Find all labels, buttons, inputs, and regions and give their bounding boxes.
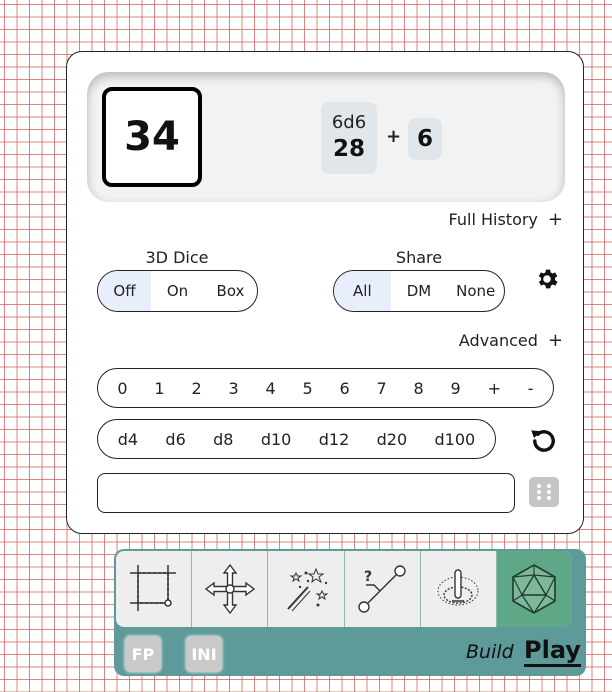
build-mode-tab[interactable]: Build [466, 641, 514, 663]
advanced-toggle[interactable]: Advanced + [459, 330, 563, 351]
die-key-d8[interactable]: d8 [209, 428, 237, 451]
die-key-d20[interactable]: d20 [373, 428, 412, 451]
key-3[interactable]: 3 [224, 377, 242, 400]
settings-gear-icon[interactable] [534, 266, 560, 292]
die-key-d100[interactable]: d100 [431, 428, 480, 451]
svg-text:?: ? [364, 569, 372, 585]
tool-effects[interactable] [268, 551, 345, 627]
modifier-chip: 6 [408, 118, 442, 160]
die-key-d4[interactable]: d4 [114, 428, 142, 451]
reset-roll-icon[interactable] [527, 424, 561, 458]
key-0[interactable]: 0 [113, 377, 131, 400]
dice-group-chip: 6d6 28 [321, 102, 377, 174]
key-2[interactable]: 2 [187, 377, 205, 400]
full-history-toggle[interactable]: Full History + [449, 209, 563, 230]
roll-result-area: 34 6d6 28 + 6 [87, 72, 565, 202]
die-keypad: d4 d6 d8 d10 d12 d20 d100 [97, 419, 496, 459]
dice3d-option-off[interactable]: Off [98, 271, 151, 311]
share-option-dm[interactable]: DM [391, 271, 448, 311]
share-toggle: All DM None [333, 270, 505, 312]
key-5[interactable]: 5 [298, 377, 316, 400]
dice-tool-icon [512, 564, 557, 614]
dice3d-option-box[interactable]: Box [204, 271, 257, 311]
share-option-none[interactable]: None [447, 271, 504, 311]
drag-handle-icon[interactable] [529, 477, 559, 507]
measure-tool-icon: ? [358, 565, 406, 613]
dice-panel: 34 6d6 28 + 6 Full History + 3D Dice Off… [66, 51, 584, 534]
key-7[interactable]: 7 [373, 377, 391, 400]
die-key-d10[interactable]: d10 [257, 428, 296, 451]
advanced-label: Advanced [458, 331, 538, 350]
expand-plus-icon: + [547, 330, 563, 351]
move-tool-icon [204, 563, 255, 615]
select-tool-icon [129, 565, 176, 611]
dice3d-label: 3D Dice [145, 248, 209, 267]
dice-spec: 6d6 [331, 112, 367, 133]
die-key-d6[interactable]: d6 [161, 428, 189, 451]
custom-roll-input[interactable] [97, 473, 515, 513]
fog-tool-icon [437, 569, 479, 606]
dice-subtotal: 28 [332, 136, 365, 162]
fp-button[interactable]: FP [125, 636, 161, 672]
expand-plus-icon: + [547, 209, 563, 230]
key-1[interactable]: 1 [150, 377, 168, 400]
roll-total: 34 [102, 87, 202, 187]
effects-tool-icon [287, 567, 329, 612]
tool-measure[interactable]: ? [345, 551, 421, 627]
tool-fog[interactable] [421, 551, 497, 627]
dice3d-toggle: Off On Box [97, 270, 258, 312]
full-history-label: Full History [448, 210, 538, 229]
number-keypad: 0 1 2 3 4 5 6 7 8 9 + - [97, 368, 554, 408]
tool-move[interactable] [192, 551, 269, 627]
dice3d-option-on[interactable]: On [151, 271, 204, 311]
share-label: Share [395, 248, 443, 267]
key-9[interactable]: 9 [447, 377, 465, 400]
tool-bar: ? [116, 551, 572, 627]
share-option-all[interactable]: All [334, 271, 391, 311]
tool-dice[interactable] [496, 551, 572, 627]
key-plus[interactable]: + [484, 377, 505, 400]
ini-button[interactable]: INI [186, 636, 222, 672]
key-6[interactable]: 6 [336, 377, 354, 400]
key-minus[interactable]: - [524, 377, 538, 400]
key-4[interactable]: 4 [261, 377, 279, 400]
play-mode-tab[interactable]: Play [524, 636, 581, 667]
plus-operator: + [386, 126, 402, 147]
tool-select[interactable] [116, 551, 193, 627]
die-key-d12[interactable]: d12 [315, 428, 354, 451]
key-8[interactable]: 8 [410, 377, 428, 400]
